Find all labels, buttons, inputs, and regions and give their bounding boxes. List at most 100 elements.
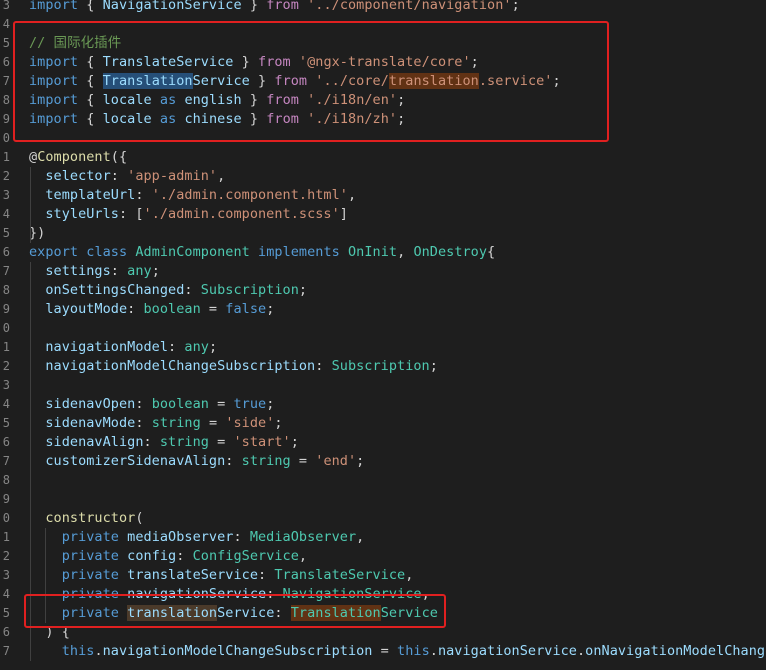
code-line[interactable]: import { NavigationService } from '../co… bbox=[29, 0, 520, 15]
code-line[interactable]: onSettingsChanged: Subscription; bbox=[29, 281, 307, 300]
code-line[interactable]: layoutMode: boolean = false; bbox=[29, 300, 274, 319]
code-token: TranslateService bbox=[102, 54, 234, 70]
line-number: 3 bbox=[2, 568, 10, 582]
code-token: this bbox=[61, 643, 95, 659]
code-token: { bbox=[78, 92, 103, 108]
code-token: as bbox=[159, 111, 177, 127]
code-line[interactable]: private translationService: TranslationS… bbox=[29, 604, 438, 623]
code-line[interactable]: import { locale as english } from './i18… bbox=[29, 91, 405, 110]
code-line[interactable]: private translateService: TranslateServi… bbox=[29, 566, 414, 585]
code-line[interactable]: constructor( bbox=[29, 509, 144, 528]
code-token: , bbox=[405, 567, 414, 583]
code-line[interactable]: @Component({ bbox=[29, 148, 127, 167]
code-token: : [ bbox=[118, 206, 144, 222]
code-line[interactable]: sidenavMode: string = 'side'; bbox=[29, 414, 283, 433]
line-number: 5 bbox=[2, 416, 10, 430]
code-line[interactable]: selector: 'app-admin', bbox=[29, 167, 225, 186]
line-number: 9 bbox=[2, 492, 10, 506]
code-line[interactable]: import { TranslationService } from '../c… bbox=[29, 72, 561, 91]
code-token: NavigationService bbox=[102, 0, 242, 13]
code-token: private bbox=[61, 567, 119, 583]
code-token: private bbox=[61, 548, 119, 564]
code-line[interactable]: this.navigationModelChangeSubscription =… bbox=[29, 642, 766, 661]
code-token: templateUrl bbox=[45, 187, 136, 203]
code-token: import bbox=[29, 111, 79, 127]
code-line[interactable]: // 国际化插件 bbox=[29, 34, 121, 53]
code-token: ] bbox=[339, 206, 348, 222]
code-line[interactable]: templateUrl: './admin.component.html', bbox=[29, 186, 356, 205]
line-number: 6 bbox=[2, 625, 10, 639]
code-line[interactable]: styleUrls: ['./admin.component.scss'] bbox=[29, 205, 348, 224]
code-line[interactable]: private mediaObserver: MediaObserver, bbox=[29, 528, 365, 547]
code-token: any bbox=[127, 263, 152, 279]
code-line[interactable]: import { locale as chinese } from './i18… bbox=[29, 110, 405, 129]
code-token: layoutMode bbox=[45, 301, 128, 317]
code-token: locale bbox=[102, 111, 152, 127]
code-line[interactable]: }) bbox=[29, 224, 45, 243]
code-token: ; bbox=[511, 0, 520, 13]
code-token: Service bbox=[217, 605, 275, 621]
code-token: ; bbox=[274, 415, 283, 431]
code-token: as bbox=[159, 92, 177, 108]
line-number: 7 bbox=[2, 264, 10, 278]
code-token: , bbox=[421, 586, 430, 602]
code-token: ; bbox=[151, 263, 160, 279]
code-line[interactable]: navigationModel: any; bbox=[29, 338, 217, 357]
code-line[interactable]: import { TranslateService } from '@ngx-t… bbox=[29, 53, 479, 72]
code-token: = bbox=[208, 396, 234, 412]
code-token: ConfigService bbox=[192, 548, 299, 564]
code-token: OnInit bbox=[348, 244, 398, 260]
code-token: from bbox=[274, 73, 308, 89]
indent-guide bbox=[30, 167, 31, 243]
code-token: Subscription bbox=[331, 358, 430, 374]
code-line[interactable]: ) { bbox=[29, 623, 70, 642]
code-token: string bbox=[241, 453, 291, 469]
code-token: selector bbox=[45, 168, 111, 184]
code-token: navigationService bbox=[127, 586, 267, 602]
code-token: onNavigationModelChange bbox=[585, 643, 766, 659]
code-line[interactable]: settings: any; bbox=[29, 262, 160, 281]
code-token: translateService bbox=[127, 567, 258, 583]
code-line[interactable]: export class AdminComponent implements O… bbox=[29, 243, 495, 262]
code-token: : bbox=[225, 453, 242, 469]
code-token: './admin.component.scss' bbox=[143, 206, 340, 222]
code-token: : bbox=[110, 168, 128, 184]
code-line[interactable]: sidenavAlign: string = 'start'; bbox=[29, 433, 299, 452]
code-token: true bbox=[233, 396, 267, 412]
code-token: 'side' bbox=[225, 415, 275, 431]
code-token: import bbox=[29, 73, 79, 89]
code-token: ; bbox=[356, 453, 365, 469]
code-token: Service bbox=[380, 605, 438, 621]
code-token: . bbox=[94, 643, 103, 659]
code-token: , bbox=[298, 548, 308, 564]
code-token: ) { bbox=[29, 624, 70, 640]
code-token: ; bbox=[552, 73, 561, 89]
line-number: 1 bbox=[2, 150, 10, 164]
code-line[interactable]: sidenavOpen: boolean = true; bbox=[29, 395, 274, 414]
code-token: navigationService bbox=[437, 643, 577, 659]
line-number: 3 bbox=[2, 0, 10, 12]
code-line[interactable]: navigationModelChangeSubscription: Subsc… bbox=[29, 357, 438, 376]
code-token: private bbox=[61, 605, 119, 621]
line-number: 3 bbox=[2, 188, 10, 202]
code-line[interactable]: private navigationService: NavigationSer… bbox=[29, 585, 430, 604]
code-token: ; bbox=[298, 282, 308, 298]
code-token: locale bbox=[102, 92, 152, 108]
code-line[interactable]: customizerSidenavAlign: string = 'end'; bbox=[29, 452, 364, 471]
code-editor[interactable]: 3 4 5 6 7 8 9 0 1 2 3 4 5 6 7 8 9 0 1 2 3 4 5 6 7 8 9 0 1 2 3 4 5 6 7 impo… bbox=[0, 0, 766, 670]
code-line[interactable]: private config: ConfigService, bbox=[29, 547, 307, 566]
code-token: sidenavAlign bbox=[45, 434, 144, 450]
line-number: 5 bbox=[2, 606, 10, 620]
code-token: from bbox=[266, 111, 299, 127]
code-token: navigationModel bbox=[45, 339, 169, 355]
code-token: mediaObserver bbox=[127, 529, 234, 545]
code-token: navigationModelChangeSubscription bbox=[102, 643, 373, 659]
code-token: private bbox=[61, 529, 119, 545]
code-token: , bbox=[217, 168, 226, 184]
